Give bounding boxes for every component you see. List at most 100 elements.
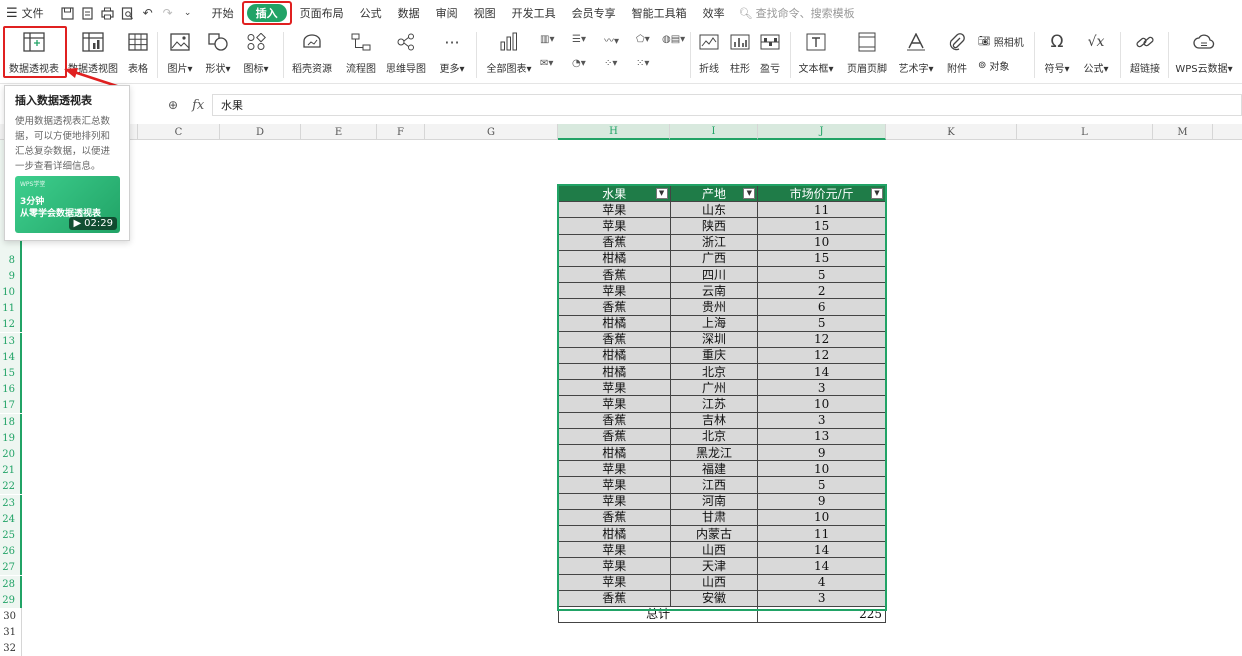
row-header-30[interactable]: 30 xyxy=(0,608,22,624)
fruit-cell[interactable]: 柑橘 xyxy=(558,443,671,462)
origin-cell[interactable]: 福建 xyxy=(669,460,759,478)
row-header-21[interactable]: 21 xyxy=(0,462,22,478)
row-header-15[interactable]: 15 xyxy=(0,365,22,381)
origin-cell[interactable]: 江西 xyxy=(669,476,759,494)
origin-cell[interactable]: 吉林 xyxy=(669,411,759,429)
bar-chart-icon[interactable]: ☰▾ xyxy=(572,30,604,48)
column-header-c[interactable]: C xyxy=(138,124,220,140)
price-cell[interactable]: 9 xyxy=(757,443,886,462)
tab-formulas[interactable]: 公式 xyxy=(352,2,390,24)
origin-cell[interactable]: 内蒙古 xyxy=(669,524,759,543)
price-cell[interactable]: 13 xyxy=(757,427,886,446)
pie-chart-icon[interactable]: ◔▾ xyxy=(572,54,604,72)
row-header-16[interactable]: 16 xyxy=(0,381,22,397)
flowchart-button[interactable]: 流程图 xyxy=(342,28,380,75)
area-chart-icon[interactable]: ✉▾ xyxy=(540,54,572,72)
price-cell[interactable]: 14 xyxy=(757,541,886,559)
fruit-cell[interactable]: 苹果 xyxy=(558,492,671,510)
origin-cell[interactable]: 云南 xyxy=(669,282,759,300)
origin-cell[interactable]: 上海 xyxy=(669,314,759,332)
price-cell[interactable]: 15 xyxy=(757,217,886,235)
filter-dropdown-icon[interactable]: ▼ xyxy=(871,188,883,199)
column-header-m[interactable]: M xyxy=(1153,124,1213,140)
fruit-cell[interactable]: 苹果 xyxy=(558,573,671,591)
price-cell[interactable]: 15 xyxy=(757,249,886,267)
tab-home[interactable]: 开始 xyxy=(204,2,242,24)
column-header-k[interactable]: K xyxy=(886,124,1017,140)
total-value-cell[interactable]: 225 xyxy=(757,605,886,624)
camera-button[interactable]: 📷︎ 照相机 xyxy=(978,34,1024,49)
price-cell[interactable]: 3 xyxy=(757,379,886,397)
price-cell[interactable]: 3 xyxy=(757,589,886,607)
fruit-cell[interactable]: 香蕉 xyxy=(558,265,671,284)
symbol-button[interactable]: Ω 符号▾ xyxy=(1040,28,1074,75)
price-cell[interactable]: 10 xyxy=(757,508,886,526)
filter-dropdown-icon[interactable]: ▼ xyxy=(655,188,668,199)
tab-member[interactable]: 会员专享 xyxy=(564,2,624,24)
fruit-cell[interactable]: 香蕉 xyxy=(558,589,671,607)
origin-cell[interactable]: 深圳 xyxy=(669,330,759,348)
sparkline-line-button[interactable]: 折线 xyxy=(694,28,724,75)
icon-library-button[interactable]: 图标▾ xyxy=(238,28,274,75)
formula-button[interactable]: √x 公式▾ xyxy=(1078,28,1114,75)
origin-cell[interactable]: 江苏 xyxy=(669,395,759,413)
origin-cell[interactable]: 山西 xyxy=(669,541,759,559)
column-header-e[interactable]: E xyxy=(301,124,377,140)
hyperlink-button[interactable]: 超链接 xyxy=(1126,28,1164,75)
pivot-table-button[interactable]: 数据透视表 xyxy=(4,28,64,75)
price-cell[interactable]: 3 xyxy=(757,411,886,429)
file-menu[interactable]: ☰ 文件 xyxy=(6,2,44,24)
column-header-i[interactable]: I xyxy=(670,124,758,140)
mindmap-button[interactable]: 思维导图 xyxy=(384,28,428,75)
wordart-button[interactable]: 艺术字▾ xyxy=(894,28,938,75)
origin-cell[interactable]: 河南 xyxy=(669,492,759,510)
object-button[interactable]: ⊚ 对象 xyxy=(978,58,1009,73)
save-icon[interactable] xyxy=(58,2,78,24)
header-cell-price[interactable]: 市场价元/斤 ▼ xyxy=(757,184,886,203)
header-cell-origin[interactable]: 产地 ▼ xyxy=(669,184,759,203)
price-cell[interactable]: 11 xyxy=(757,201,886,219)
header-footer-button[interactable]: 页眉页脚 xyxy=(844,28,890,75)
fruit-cell[interactable]: 苹果 xyxy=(558,282,671,300)
row-header-26[interactable]: 26 xyxy=(0,543,22,559)
fruit-cell[interactable]: 香蕉 xyxy=(558,411,671,429)
redo-icon[interactable]: ↷ xyxy=(158,2,178,24)
row-header-11[interactable]: 11 xyxy=(0,300,22,316)
origin-cell[interactable]: 四川 xyxy=(669,265,759,284)
fruit-cell[interactable]: 苹果 xyxy=(558,379,671,397)
price-cell[interactable]: 14 xyxy=(757,363,886,381)
column-chart-icon[interactable]: ▥▾ xyxy=(540,30,572,48)
price-cell[interactable]: 5 xyxy=(757,265,886,284)
line-chart-icon[interactable]: 〰▾ xyxy=(604,30,636,48)
tab-data[interactable]: 数据 xyxy=(390,2,428,24)
tab-smart-toolbox[interactable]: 智能工具箱 xyxy=(624,2,695,24)
fruit-cell[interactable]: 苹果 xyxy=(558,460,671,478)
export-pdf-icon[interactable] xyxy=(78,2,98,24)
column-header-h[interactable]: H xyxy=(558,124,670,140)
row-header-18[interactable]: 18 xyxy=(0,414,22,430)
total-label-cell[interactable]: 总计 xyxy=(557,605,759,624)
price-cell[interactable]: 9 xyxy=(757,492,886,510)
header-cell-fruit[interactable]: 水果 ▼ xyxy=(558,184,671,203)
table-button[interactable]: 表格 xyxy=(124,28,152,75)
shape-button[interactable]: 形状▾ xyxy=(200,28,236,75)
origin-cell[interactable]: 北京 xyxy=(669,427,759,446)
origin-cell[interactable]: 山东 xyxy=(669,201,759,219)
origin-cell[interactable]: 陕西 xyxy=(669,217,759,235)
origin-cell[interactable]: 广州 xyxy=(669,379,759,397)
price-cell[interactable]: 5 xyxy=(757,314,886,332)
fruit-cell[interactable]: 香蕉 xyxy=(558,330,671,348)
combo-chart-icon[interactable]: ⁙▾ xyxy=(636,54,668,72)
fruit-cell[interactable]: 柑橘 xyxy=(558,363,671,381)
docer-resource-button[interactable]: 稻壳资源 xyxy=(290,28,334,75)
row-header-28[interactable]: 28 xyxy=(0,576,22,592)
fruit-cell[interactable]: 柑橘 xyxy=(558,249,671,267)
formula-input[interactable]: 水果 xyxy=(212,94,1242,116)
picture-button[interactable]: 图片▾ xyxy=(162,28,198,75)
zoom-search-icon[interactable]: ⊕ xyxy=(168,98,178,112)
price-cell[interactable]: 10 xyxy=(757,233,886,251)
wps-cloud-data-button[interactable]: WPS云数据▾ xyxy=(1172,28,1236,75)
row-header-14[interactable]: 14 xyxy=(0,349,22,365)
column-header-f[interactable]: F xyxy=(377,124,425,140)
tab-review[interactable]: 审阅 xyxy=(428,2,466,24)
